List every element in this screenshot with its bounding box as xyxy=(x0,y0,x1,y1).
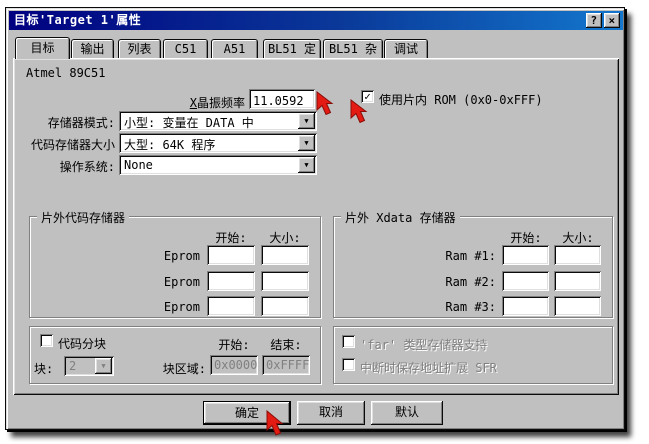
memory-model-label: 存储器模式: xyxy=(15,114,115,131)
bank-count-label: 块: xyxy=(34,360,53,377)
size-column-header: 大小: xyxy=(258,229,312,246)
tab-debug[interactable]: 调试 xyxy=(384,39,428,58)
device-name: Atmel 89C51 xyxy=(26,66,105,80)
code-rom-size-value: 大型: 64K 程序 xyxy=(124,136,215,153)
eprom-row-label: Eprom xyxy=(148,249,200,263)
code-banking-checkbox[interactable] xyxy=(40,334,53,347)
save-sfr-label: 中断时保存地址扩展 SFR xyxy=(360,359,497,376)
chevron-down-icon[interactable]: ▼ xyxy=(298,113,315,129)
chevron-down-icon[interactable]: ▼ xyxy=(298,135,315,151)
default-button[interactable]: 默认 xyxy=(371,401,443,425)
ram2-size-input[interactable] xyxy=(554,271,601,291)
eprom1-start-input[interactable] xyxy=(207,245,255,265)
eprom1-size-input[interactable] xyxy=(261,245,309,265)
eprom2-start-input[interactable] xyxy=(207,271,255,291)
bank-area-end-field: 0xFFFF xyxy=(262,355,310,375)
offchip-code-memory-title: 片外代码存储器 xyxy=(37,209,129,226)
offchip-code-memory-group: 片外代码存储器 开始: 大小: Eprom Eprom Eprom xyxy=(29,216,321,318)
eprom3-start-input[interactable] xyxy=(207,296,255,316)
xtal-frequency-label: X晶振频率 xyxy=(117,94,245,111)
bank-count-select: 2 ▼ xyxy=(64,356,114,376)
code-banking-label: 代码分块 xyxy=(58,335,106,352)
end-column-header: 结束: xyxy=(262,336,310,353)
ram3-row-label: Ram #3: xyxy=(430,300,496,314)
eprom3-size-input[interactable] xyxy=(261,296,309,316)
memory-model-select[interactable]: 小型: 变量在 DATA 中 ▼ xyxy=(119,111,317,131)
ram2-row-label: Ram #2: xyxy=(430,275,496,289)
bank-area-label: 块区域: xyxy=(150,360,206,377)
start-column-header: 开始: xyxy=(210,336,258,353)
title-bar[interactable]: 目标'Target 1'属性 ? × xyxy=(9,11,623,30)
ram2-start-input[interactable] xyxy=(502,271,549,291)
ram3-start-input[interactable] xyxy=(502,296,549,316)
tab-bl51-locate[interactable]: BL51 定位 xyxy=(263,39,321,58)
target-properties-dialog: 目标'Target 1'属性 ? × 目标 输出 列表 C51 A51 BL51… xyxy=(5,7,625,430)
memory-options-group: 'far' 类型存储器支持 中断时保存地址扩展 SFR xyxy=(333,326,613,384)
xtal-frequency-input[interactable] xyxy=(249,89,315,109)
eprom-row-label: Eprom xyxy=(148,275,200,289)
cancel-button[interactable]: 取消 xyxy=(297,401,365,425)
help-icon[interactable]: ? xyxy=(586,13,602,28)
eprom-row-label: Eprom xyxy=(148,300,200,314)
tab-c51[interactable]: C51 xyxy=(163,39,208,58)
red-arrow-icon xyxy=(264,410,286,440)
ram1-size-input[interactable] xyxy=(554,245,601,265)
save-sfr-checkbox xyxy=(342,358,355,371)
code-rom-size-select[interactable]: 大型: 64K 程序 ▼ xyxy=(119,133,317,153)
start-column-header: 开始: xyxy=(204,229,258,246)
operating-system-value: None xyxy=(124,158,153,172)
tab-a51[interactable]: A51 xyxy=(211,39,258,58)
tab-bl51-misc[interactable]: BL51 杂项 xyxy=(323,39,383,58)
operating-system-select[interactable]: None ▼ xyxy=(119,155,317,175)
bank-count-value: 2 xyxy=(69,359,76,373)
dialog-title: 目标'Target 1'属性 xyxy=(14,13,141,27)
tab-output[interactable]: 输出 xyxy=(71,39,114,58)
far-memory-checkbox xyxy=(342,335,355,348)
size-column-header: 大小: xyxy=(551,229,605,246)
red-arrow-icon xyxy=(348,99,370,127)
bank-area-start-field: 0x0000 xyxy=(210,355,258,375)
offchip-xdata-memory-group: 片外 Xdata 存储器 开始: 大小: Ram #1: Ram #2: Ram… xyxy=(333,216,613,318)
tab-listing[interactable]: 列表 xyxy=(118,39,161,58)
code-rom-size-label: 代码存储器大小 xyxy=(15,136,115,153)
desktop: { "window": { "title": "目标'Target 1'属性" … xyxy=(0,0,649,444)
far-memory-label: 'far' 类型存储器支持 xyxy=(360,336,487,353)
code-banking-group: 代码分块 块: 2 ▼ 块区域: 开始: 结束: 0x0000 0xFFFF xyxy=(29,326,321,384)
tab-target[interactable]: 目标 xyxy=(15,37,70,59)
chevron-down-icon[interactable]: ▼ xyxy=(298,157,315,173)
use-onchip-rom-label: 使用片内 ROM (0x0-0xFFF) xyxy=(379,91,543,108)
ram1-start-input[interactable] xyxy=(502,245,549,265)
start-column-header: 开始: xyxy=(499,229,553,246)
memory-model-value: 小型: 变量在 DATA 中 xyxy=(124,114,254,131)
ram3-size-input[interactable] xyxy=(554,296,601,316)
chevron-down-icon: ▼ xyxy=(95,358,112,374)
offchip-xdata-memory-title: 片外 Xdata 存储器 xyxy=(341,209,460,226)
ram1-row-label: Ram #1: xyxy=(430,249,496,263)
eprom2-size-input[interactable] xyxy=(261,271,309,291)
red-arrow-icon xyxy=(314,91,336,119)
operating-system-label: 操作系统: xyxy=(15,158,115,175)
close-icon[interactable]: × xyxy=(604,13,620,28)
